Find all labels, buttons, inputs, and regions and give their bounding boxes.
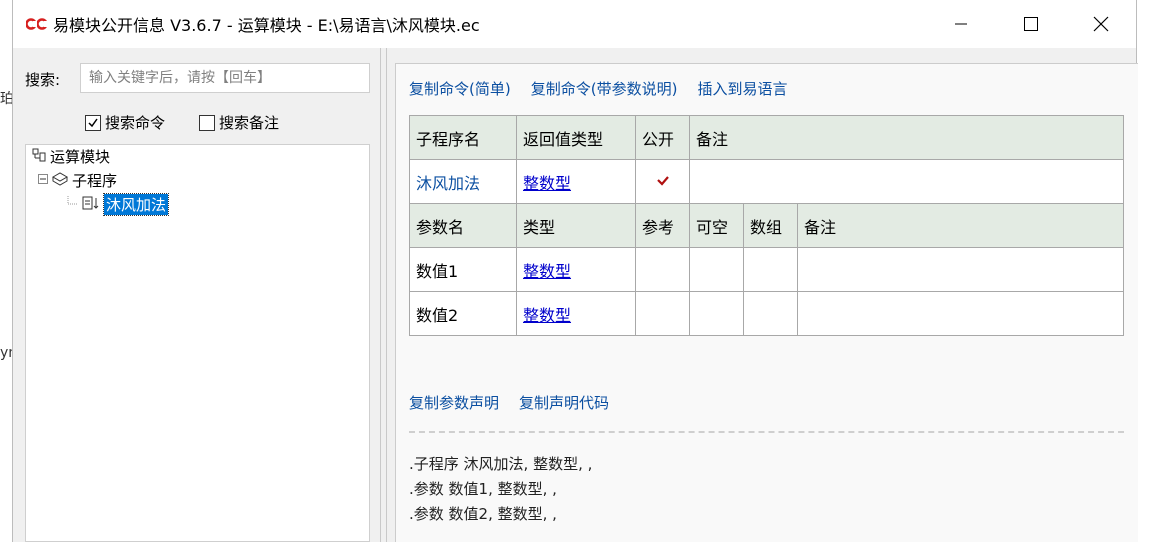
tree-node-label-selected: 沐风加法	[102, 193, 170, 216]
param-type-cell: 整数型	[516, 291, 636, 336]
background-window-edge: 珀 yn	[0, 0, 17, 542]
table-cell	[743, 291, 798, 336]
search-notes-checkbox[interactable]: 搜索备注	[199, 112, 279, 133]
table-row: 数值1 整数型	[409, 247, 1124, 292]
table-cell	[635, 291, 690, 336]
table-cell	[689, 291, 744, 336]
tree-node-subroutines[interactable]: 子程序	[38, 170, 117, 191]
code-line: .子程序 沐风加法, 整数型, ,	[409, 455, 593, 473]
table-cell	[797, 247, 1124, 292]
table-header-cell: 子程序名	[409, 115, 517, 160]
checkbox-box[interactable]	[199, 114, 215, 131]
app-logo-icon	[25, 17, 49, 31]
table-row: 数值2 整数型	[409, 291, 1124, 336]
tree-node-label: 运算模块	[50, 148, 111, 166]
param-name: 数值1	[409, 247, 517, 292]
close-button[interactable]	[1066, 0, 1136, 48]
public-cell	[635, 159, 690, 204]
table-header-cell: 可空	[689, 203, 744, 248]
maximize-button[interactable]	[996, 0, 1066, 48]
table-header-cell: 备注	[689, 115, 1124, 160]
tree-connector	[66, 195, 78, 214]
param-type-link[interactable]: 整数型	[523, 306, 571, 325]
checkbox-box[interactable]	[85, 114, 101, 131]
table-header-cell: 参数名	[409, 203, 517, 248]
search-commands-checkbox[interactable]: 搜索命令	[85, 112, 165, 133]
function-icon	[82, 196, 100, 214]
pane-splitter[interactable]	[377, 48, 395, 542]
table-header-cell: 类型	[516, 203, 636, 248]
minimize-button[interactable]	[926, 0, 996, 48]
table-header-row: 参数名 类型 参考 可空 数组 备注	[409, 203, 1124, 248]
table-header-cell: 返回值类型	[516, 115, 636, 160]
maximize-icon	[1024, 17, 1038, 31]
collapse-icon[interactable]	[38, 173, 48, 188]
close-icon	[1093, 16, 1109, 32]
copy-command-detailed-link[interactable]: 复制命令(带参数说明)	[531, 78, 678, 99]
copy-command-simple-link[interactable]: 复制命令(简单)	[409, 78, 511, 99]
window-title: 易模块公开信息 V3.6.7 - 运算模块 - E:\易语言\沐风模块.ec	[53, 16, 480, 35]
table-cell	[797, 291, 1124, 336]
detail-pane: 复制命令(简单) 复制命令(带参数说明) 插入到易语言 子程序名 返回值类型 公…	[395, 63, 1138, 542]
table-cell	[635, 247, 690, 292]
title-bar[interactable]: 易模块公开信息 V3.6.7 - 运算模块 - E:\易语言\沐风模块.ec	[13, 0, 1136, 48]
module-icon	[32, 148, 46, 166]
subroutine-info-table: 子程序名 返回值类型 公开 备注 沐风加法 整数型 参数名 类型 参考 可空 数…	[409, 115, 1124, 336]
divider	[409, 431, 1124, 433]
return-type-cell: 整数型	[516, 159, 636, 204]
param-type-cell: 整数型	[516, 247, 636, 292]
main-window: 易模块公开信息 V3.6.7 - 运算模块 - E:\易语言\沐风模块.ec 搜…	[12, 0, 1138, 542]
tree-node-function[interactable]: 沐风加法	[66, 193, 170, 216]
code-line: .参数 数值2, 整数型, ,	[409, 505, 557, 523]
search-input[interactable]	[80, 63, 370, 93]
copy-declaration-code-link[interactable]: 复制声明代码	[519, 392, 609, 413]
checkmark-icon	[88, 118, 98, 127]
note-cell	[689, 159, 1124, 204]
search-commands-label: 搜索命令	[105, 114, 166, 132]
param-type-link[interactable]: 整数型	[523, 262, 571, 281]
search-label: 搜索:	[25, 71, 61, 89]
table-header-cell: 公开	[635, 115, 690, 160]
subroutine-name: 沐风加法	[409, 159, 517, 204]
module-tree[interactable]: 运算模块 子程序 沐风加法	[25, 144, 370, 542]
minimize-icon	[955, 23, 967, 25]
table-header-cell: 备注	[797, 203, 1124, 248]
checkmark-icon	[656, 175, 669, 186]
copy-param-declaration-link[interactable]: 复制参数声明	[409, 392, 499, 413]
left-pane: 搜索: 搜索命令 搜索备注 运算模块	[13, 48, 377, 542]
tree-node-label: 子程序	[72, 172, 118, 190]
search-notes-label: 搜索备注	[219, 114, 280, 132]
declaration-code: .子程序 沐风加法, 整数型, , .参数 数值1, 整数型, , .参数 数值2,…	[409, 452, 592, 527]
table-header-row: 子程序名 返回值类型 公开 备注	[409, 115, 1124, 160]
return-type-link[interactable]: 整数型	[523, 174, 571, 193]
insert-to-eyuyan-link[interactable]: 插入到易语言	[697, 78, 787, 99]
table-row: 沐风加法 整数型	[409, 159, 1124, 204]
tree-node-module[interactable]: 运算模块	[32, 146, 110, 167]
book-icon	[51, 171, 69, 190]
table-cell	[689, 247, 744, 292]
code-line: .参数 数值1, 整数型, ,	[409, 480, 557, 498]
table-header-cell: 参考	[635, 203, 690, 248]
table-cell	[743, 247, 798, 292]
param-name: 数值2	[409, 291, 517, 336]
table-header-cell: 数组	[743, 203, 798, 248]
